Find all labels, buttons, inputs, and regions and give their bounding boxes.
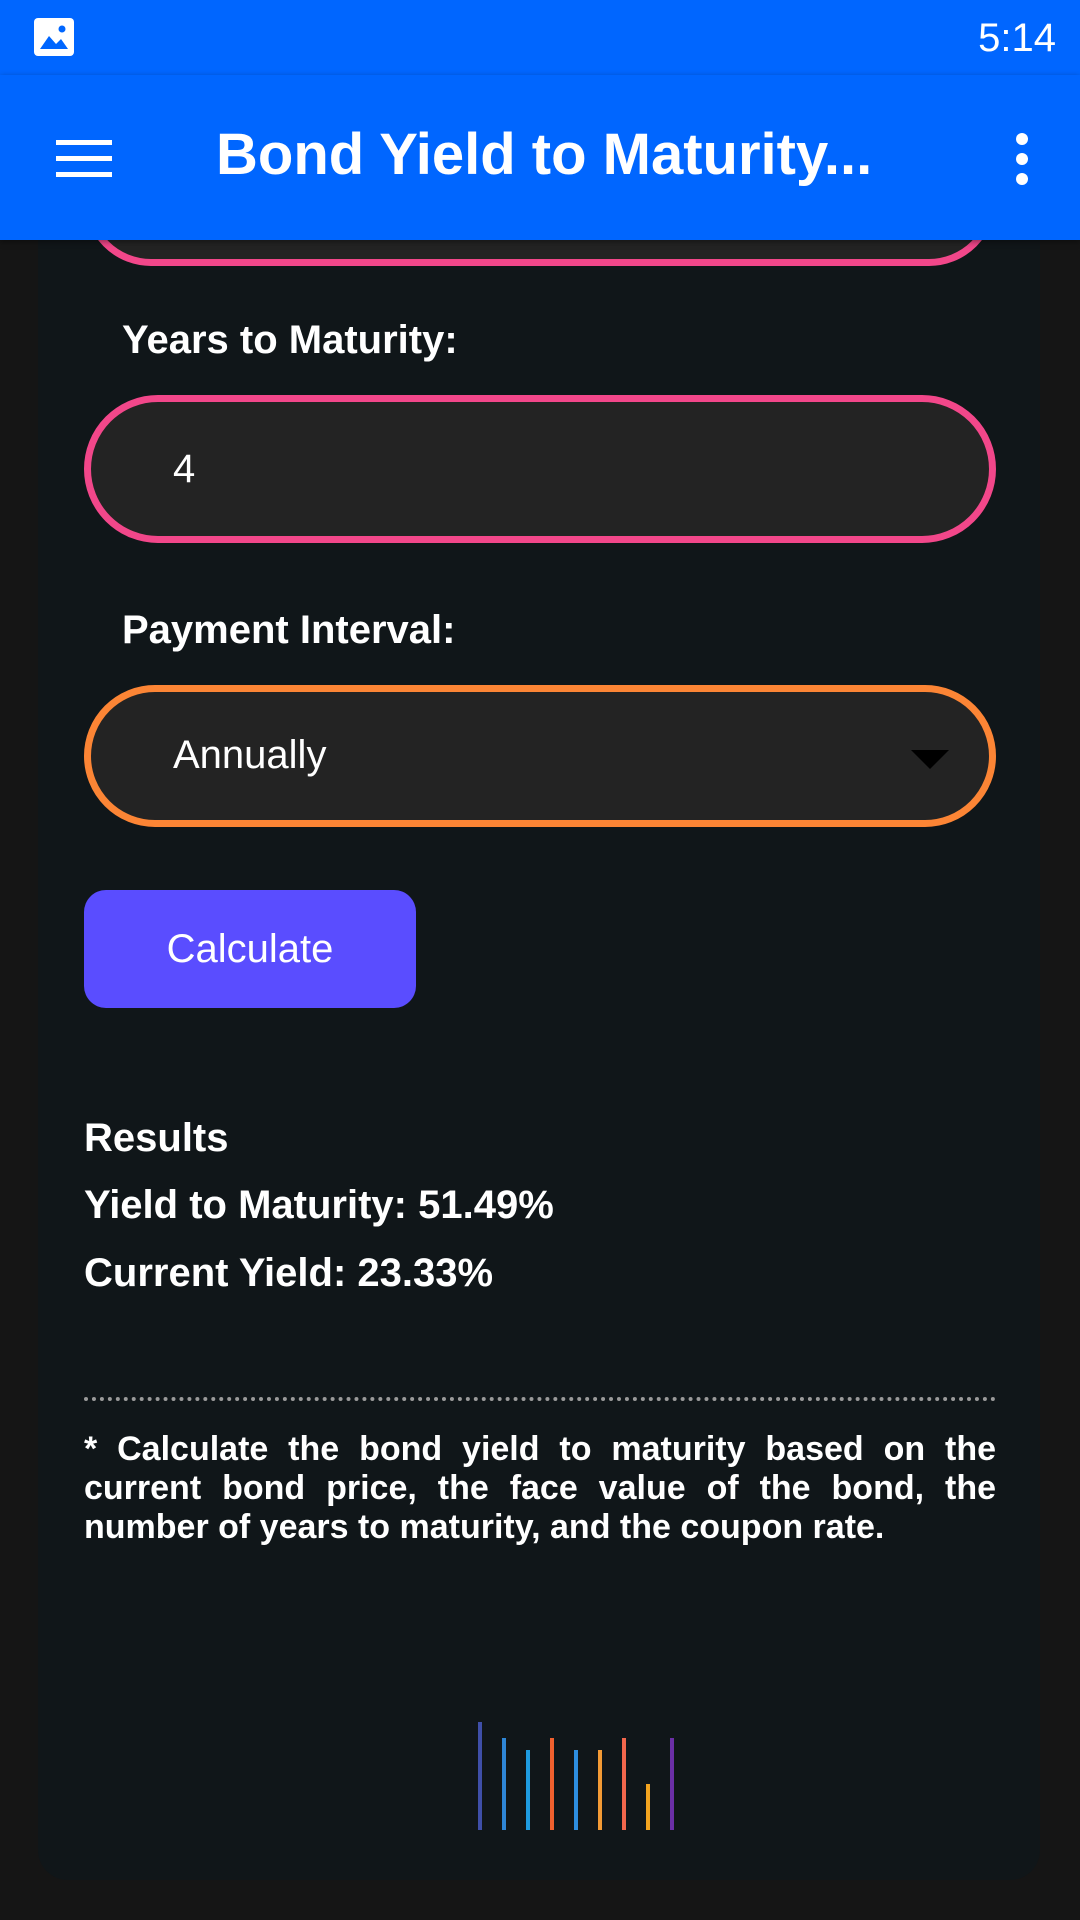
years-to-maturity-label: Years to Maturity: — [122, 318, 458, 362]
results-heading: Results — [84, 1116, 229, 1160]
menu-button[interactable] — [40, 115, 128, 203]
app-title: Bond Yield to Maturity... — [216, 122, 873, 187]
more-vert-icon — [1016, 133, 1028, 185]
payment-interval-select[interactable]: Annually — [84, 685, 996, 827]
app-bar: Bond Yield to Maturity... — [0, 75, 1080, 240]
payment-interval-label: Payment Interval: — [122, 608, 456, 652]
yield-to-maturity-result: Yield to Maturity: 51.49% — [84, 1180, 554, 1230]
hamburger-menu-icon — [56, 140, 112, 177]
current-yield-label: Current Yield: — [84, 1251, 347, 1295]
ytm-value: 51.49% — [418, 1183, 554, 1227]
dropdown-arrow-icon — [911, 750, 949, 769]
ytm-label: Yield to Maturity: — [84, 1183, 407, 1227]
footnote: * Calculate the bond yield to maturity b… — [84, 1430, 996, 1546]
status-time: 5:14 — [978, 16, 1056, 60]
divider — [84, 1397, 996, 1401]
years-to-maturity-input[interactable] — [84, 395, 996, 543]
current-yield-result: Current Yield: 23.33% — [84, 1248, 493, 1298]
bars-logo-icon — [478, 1722, 674, 1830]
status-bar: 5:14 — [0, 0, 1080, 75]
payment-interval-value: Annually — [173, 733, 327, 777]
calculator-card: Years to Maturity: Payment Interval: Ann… — [38, 150, 1040, 1880]
overflow-menu-button[interactable] — [978, 115, 1066, 203]
calculate-button[interactable]: Calculate — [84, 890, 416, 1008]
image-icon — [34, 18, 74, 56]
current-yield-value: 23.33% — [357, 1251, 494, 1295]
